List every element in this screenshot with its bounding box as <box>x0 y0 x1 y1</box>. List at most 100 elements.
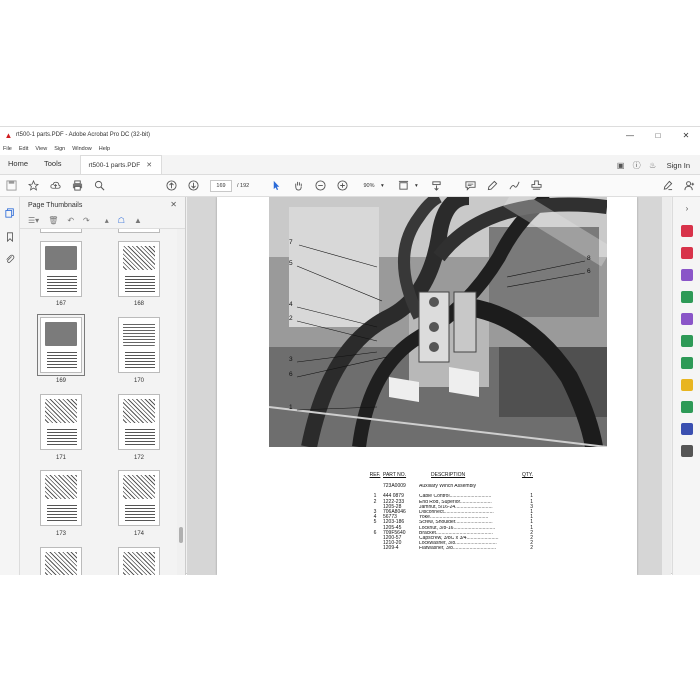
thumbnail-page-173[interactable] <box>40 470 82 526</box>
header-part-no: PART NO. <box>383 472 407 478</box>
hand-tool-icon[interactable] <box>287 175 309 197</box>
document-viewer[interactable]: 7 5 4 2 3 6 1 8 6 REF. PART NO. DESCRIPT… <box>187 197 671 575</box>
redo-icon[interactable]: ↷ <box>83 216 90 225</box>
sign-in-button[interactable]: Sign In <box>667 161 690 170</box>
zoom-thumbnails-out-icon[interactable]: ▴ <box>105 216 109 225</box>
notifications-icon[interactable]: ♨ <box>645 161 661 170</box>
menu-file[interactable]: File <box>3 146 12 152</box>
share-user-icon[interactable] <box>678 175 700 197</box>
scan-icon[interactable] <box>681 401 693 413</box>
parts-row: 1209-4 Flatwasher, 3/8...................… <box>367 546 537 551</box>
fit-page-icon[interactable] <box>391 175 415 197</box>
page-layout-icon[interactable]: ☖ <box>118 216 125 225</box>
callout-label: 4 <box>289 301 293 308</box>
minimize-button[interactable]: — <box>616 127 644 143</box>
thumbnail-scrollbar-thumb[interactable] <box>179 527 183 543</box>
more-tools-icon[interactable] <box>681 445 693 457</box>
header-qty: QTY. <box>521 472 533 478</box>
menu-edit[interactable]: Edit <box>19 146 28 152</box>
collapse-rail-icon[interactable]: › <box>681 203 693 215</box>
scrolling-mode-icon[interactable] <box>425 175 447 197</box>
zoom-out-icon[interactable] <box>309 175 331 197</box>
close-panel-icon[interactable]: ✕ <box>170 200 177 209</box>
maximize-button[interactable]: □ <box>644 127 672 143</box>
thumbnail-scrollbar[interactable] <box>177 229 185 575</box>
edit-pdf-icon[interactable] <box>681 313 693 325</box>
undo-icon[interactable]: ↶ <box>67 216 74 225</box>
thumbnail-page-169[interactable] <box>37 314 85 376</box>
fill-sign-icon[interactable] <box>656 175 678 197</box>
chat-icon[interactable]: ▣ <box>613 161 629 170</box>
thumbnail-label: 170 <box>133 378 144 384</box>
thumbnail-page-172[interactable] <box>118 394 160 450</box>
thumbnail-page-166[interactable] <box>118 229 160 233</box>
search-icon[interactable] <box>88 175 110 197</box>
callout-label: 5 <box>289 260 293 267</box>
highlight-pen-icon[interactable] <box>481 175 503 197</box>
send-for-review-icon[interactable] <box>681 357 693 369</box>
bookmark-icon[interactable] <box>4 231 16 243</box>
next-page-icon[interactable] <box>182 175 204 197</box>
menu-bar: File Edit View Sign Window Help <box>0 143 700 155</box>
attachment-icon[interactable] <box>4 253 16 265</box>
top-right-tools: ▣ ⓘ ♨ Sign In <box>613 155 700 175</box>
upload-cloud-icon[interactable] <box>44 175 66 197</box>
create-pdf-icon[interactable] <box>681 247 693 259</box>
tab-tools[interactable]: Tools <box>36 155 70 174</box>
comment-icon[interactable] <box>459 175 481 197</box>
document-scrollbar[interactable] <box>662 197 671 575</box>
fit-dropdown-icon[interactable]: ▾ <box>415 183 425 189</box>
ref-cell <box>367 546 383 551</box>
options-menu-icon[interactable]: ☰▾ <box>28 216 39 225</box>
zoom-in-icon[interactable] <box>331 175 353 197</box>
thumbnail-page-167[interactable] <box>40 241 82 297</box>
delete-page-icon[interactable]: 🗑 <box>48 216 58 225</box>
draw-icon[interactable] <box>503 175 525 197</box>
tab-home[interactable]: Home <box>0 155 36 174</box>
thumbnail-page-171[interactable] <box>40 394 82 450</box>
thumbnail-label: 174 <box>133 531 144 537</box>
close-tab-icon[interactable]: ✕ <box>146 161 152 169</box>
combine-files-icon[interactable] <box>681 269 693 281</box>
thumbnail-page-174[interactable] <box>118 470 160 526</box>
thumbnail-page-170[interactable] <box>118 317 160 373</box>
thumbnail-page-176[interactable] <box>118 547 160 575</box>
help-icon[interactable]: ⓘ <box>629 160 645 171</box>
menu-window[interactable]: Window <box>72 146 92 152</box>
menu-sign[interactable]: Sign <box>54 146 65 152</box>
thumbnail-page-168[interactable] <box>118 241 160 297</box>
parts-list-header: REF. PART NO. DESCRIPTION QTY. <box>367 472 537 478</box>
thumbnail-page-175[interactable] <box>40 547 82 575</box>
parts-list-rows: 723A0009 Auxiliary Winch Assembly 1 444 087… <box>367 483 537 551</box>
panel-title: Page Thumbnails <box>28 201 83 209</box>
comment-tool-icon[interactable] <box>681 379 693 391</box>
thumbnail-label: 173 <box>55 531 66 537</box>
callout-leaders <box>296 244 586 411</box>
stamp-icon[interactable] <box>525 175 547 197</box>
save-icon[interactable] <box>0 175 22 197</box>
export-pdf-icon[interactable] <box>681 225 693 237</box>
total-pages: / 192 <box>237 182 250 189</box>
zoom-thumbnails-in-icon[interactable]: ▲ <box>134 216 142 225</box>
export-icon[interactable] <box>681 335 693 347</box>
select-cursor-icon[interactable] <box>265 175 287 197</box>
tab-document[interactable]: rt500-1 parts.PDF ✕ <box>79 155 162 174</box>
thumbnail-grid: 167 168 169 170 171 172 173 174 <box>20 229 176 575</box>
zoom-dropdown-icon[interactable]: ▾ <box>381 183 391 189</box>
main-toolbar: 169 / 192 90% ▾ ▾ <box>0 175 700 197</box>
protect-icon[interactable] <box>681 423 693 435</box>
menu-help[interactable]: Help <box>99 146 110 152</box>
previous-page-icon[interactable] <box>160 175 182 197</box>
page-number-input[interactable]: 169 <box>210 179 232 192</box>
callout-label: 6 <box>289 371 293 378</box>
organize-pages-icon[interactable] <box>681 291 693 303</box>
thumbnail-page-165[interactable] <box>40 229 82 233</box>
callout-label: 7 <box>289 239 293 246</box>
thumbnails-icon[interactable] <box>4 207 16 219</box>
menu-view[interactable]: View <box>35 146 47 152</box>
print-icon[interactable] <box>66 175 88 197</box>
zoom-level[interactable]: 90% <box>357 180 381 192</box>
close-window-button[interactable]: ✕ <box>672 127 700 143</box>
bookmark-star-icon[interactable] <box>22 175 44 197</box>
panel-toolbar: ☰▾ 🗑 ↶ ↷ ▴ ☖ ▲ <box>20 213 185 229</box>
